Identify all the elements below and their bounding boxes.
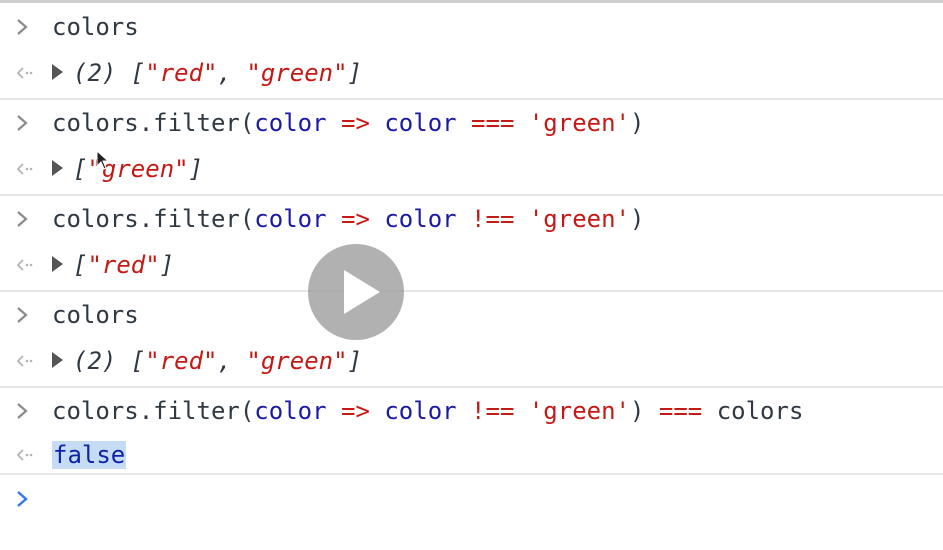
expand-triangle-icon[interactable] (52, 64, 63, 80)
console-output-row[interactable]: (2) ["red", "green"] (0, 338, 943, 386)
value-token: ] (347, 59, 363, 87)
code-token: colors.filter( (52, 397, 255, 425)
value-token: (2) [ (73, 347, 146, 375)
code-token: color (254, 397, 327, 425)
value-token: "red" (87, 251, 160, 279)
code-token: ) (630, 397, 645, 425)
code-token: color (384, 109, 457, 137)
code-token: => (326, 397, 385, 425)
return-arrow-icon (14, 158, 34, 180)
value-token: , (217, 347, 247, 375)
value-token: , (217, 59, 247, 87)
console-output-value: (2) ["red", "green"] (52, 344, 362, 378)
console-input-row[interactable]: colors.filter(color => color === 'green'… (0, 100, 943, 148)
code-token: color (254, 109, 327, 137)
chevron-right-icon (14, 304, 34, 326)
expand-triangle-icon[interactable] (52, 352, 63, 368)
value-token: ] (159, 251, 175, 279)
console-output-value: ["green"] (52, 152, 203, 186)
mouse-pointer-icon (96, 149, 110, 178)
code-token: ) (630, 109, 645, 137)
console-input-text: colors (52, 10, 139, 44)
console-input-text: colors (52, 298, 139, 332)
value-token: "red" (145, 347, 218, 375)
console-input-row[interactable]: colors (0, 292, 943, 340)
code-token: !== (456, 397, 529, 425)
value-token: "green" (246, 59, 348, 87)
code-token: color (254, 205, 327, 233)
chevron-right-icon (14, 112, 34, 134)
console-output-value: false (52, 438, 127, 472)
code-token: color (384, 397, 457, 425)
return-arrow-icon (14, 444, 34, 466)
console-prompt-row[interactable] (0, 476, 943, 524)
chevron-right-icon (14, 400, 34, 422)
value-token: false (52, 441, 127, 469)
code-token: 'green' (528, 109, 630, 137)
console-input-row[interactable]: colors (0, 4, 943, 52)
value-token: ] (347, 347, 363, 375)
code-token: colors.filter( (52, 109, 255, 137)
play-icon (344, 270, 380, 314)
code-token: !== (456, 205, 529, 233)
console-top-border (0, 0, 943, 3)
console-input-row[interactable]: colors.filter(color => color !== 'green'… (0, 388, 943, 436)
chevron-right-icon (14, 208, 34, 230)
code-token: === (456, 109, 529, 137)
value-token: ] (188, 155, 204, 183)
value-token: "red" (145, 59, 218, 87)
code-token: colors (52, 13, 139, 41)
code-token: === (644, 397, 717, 425)
console-input-text: colors.filter(color => color !== 'green'… (52, 394, 803, 428)
code-token: => (326, 205, 385, 233)
play-button[interactable] (308, 244, 404, 340)
console-input-text: colors.filter(color => color === 'green'… (52, 106, 644, 140)
console-output-row[interactable]: ["green"] (0, 146, 943, 194)
code-token: colors.filter( (52, 205, 255, 233)
expand-triangle-icon[interactable] (52, 160, 63, 176)
code-token: 'green' (528, 397, 630, 425)
console-output-value: (2) ["red", "green"] (52, 56, 362, 90)
value-token: [ (73, 155, 88, 183)
chevron-right-icon (14, 16, 34, 38)
value-token: "green" (246, 347, 348, 375)
code-token: ) (630, 205, 645, 233)
value-token: [ (73, 251, 88, 279)
code-token: colors (716, 397, 804, 425)
console-input-row[interactable]: colors.filter(color => color !== 'green'… (0, 196, 943, 244)
value-token: (2) [ (73, 59, 146, 87)
return-arrow-icon (14, 62, 34, 84)
console-output-row[interactable]: (2) ["red", "green"] (0, 50, 943, 98)
code-token: color (384, 205, 457, 233)
code-token: colors (52, 301, 139, 329)
return-arrow-icon (14, 350, 34, 372)
chevron-right-icon (14, 488, 34, 510)
console-output-value: ["red"] (52, 248, 174, 282)
code-token: => (326, 109, 385, 137)
code-token: 'green' (528, 205, 630, 233)
entry-separator (0, 473, 943, 475)
expand-triangle-icon[interactable] (52, 256, 63, 272)
return-arrow-icon (14, 254, 34, 276)
console-input-text: colors.filter(color => color !== 'green'… (52, 202, 644, 236)
console-output-row[interactable]: ["red"] (0, 242, 943, 290)
